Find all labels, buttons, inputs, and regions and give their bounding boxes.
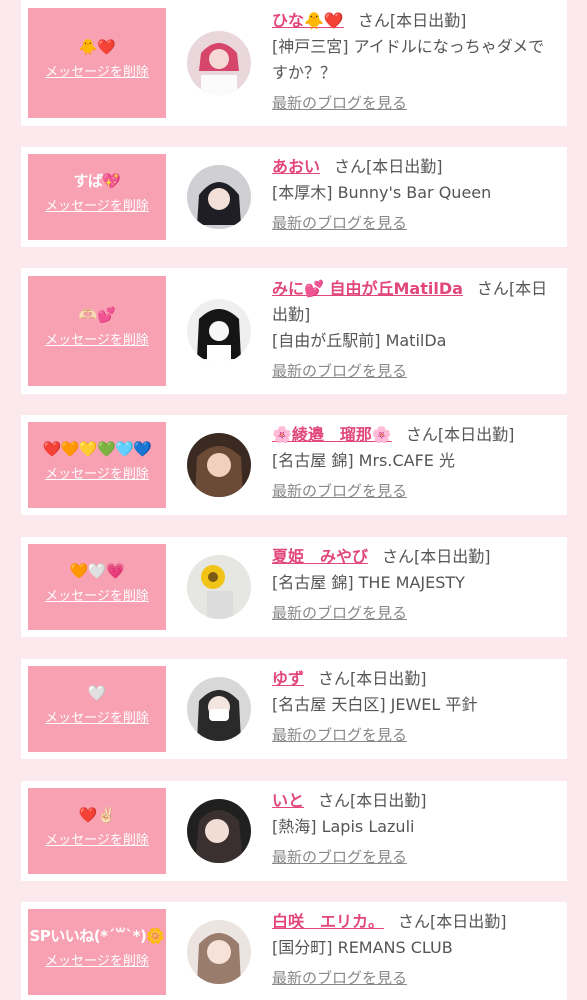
cast-name-link[interactable]: いと bbox=[272, 791, 304, 810]
delete-message-link[interactable]: メッセージを削除 bbox=[28, 832, 166, 850]
avatar[interactable] bbox=[187, 299, 251, 363]
item-info: 🌸綾邉 瑠那🌸 さん[本日出勤] [名古屋 錦] Mrs.CAFE 光 最新のブロ… bbox=[272, 422, 559, 501]
shop-text: [名古屋 天白区] JEWEL 平針 bbox=[272, 695, 478, 714]
cast-name-link[interactable]: あおい bbox=[272, 157, 320, 176]
honorific: さん bbox=[357, 11, 390, 30]
shop-text: [国分町] REMANS CLUB bbox=[272, 938, 453, 957]
status-text: [本日出勤] bbox=[430, 912, 507, 931]
message-box: 🫶🏻💕 メッセージを削除 bbox=[28, 276, 166, 386]
shop-text: [本厚木] Bunny's Bar Queen bbox=[272, 183, 492, 202]
list-item: 🤍 メッセージを削除 ゆず さん[本日出勤] [名古屋 天白区] JEWEL 平針… bbox=[21, 659, 567, 759]
shop-text: [名古屋 錦] Mrs.CAFE 光 bbox=[272, 451, 455, 470]
item-info: 夏姫 みやび さん[本日出勤] [名古屋 錦] THE MAJESTY 最新のブロ… bbox=[272, 544, 559, 623]
latest-blog-link[interactable]: 最新のブログを見る bbox=[272, 360, 407, 381]
latest-blog-link[interactable]: 最新のブログを見る bbox=[272, 846, 407, 867]
delete-message-link[interactable]: メッセージを削除 bbox=[28, 710, 166, 728]
list-item: 🧡🤍💗 メッセージを削除 夏姫 みやび さん[本日出勤] [名古屋 錦] THE … bbox=[21, 537, 567, 637]
status-text: [本日出勤] bbox=[437, 425, 515, 444]
delete-message-link[interactable]: メッセージを削除 bbox=[28, 953, 166, 971]
message-text: すば💖 bbox=[73, 172, 121, 190]
item-info: ゆず さん[本日出勤] [名古屋 天白区] JEWEL 平針 最新のブログを見る bbox=[272, 666, 559, 745]
message-box: SPいいね(*´꒳`*)🌼 メッセージを削除 bbox=[28, 909, 166, 995]
delete-message-link[interactable]: メッセージを削除 bbox=[28, 198, 166, 216]
honorific: さん bbox=[398, 912, 431, 931]
status-text: [本日出勤] bbox=[389, 11, 467, 30]
avatar[interactable] bbox=[187, 165, 251, 229]
message-box: 🧡🤍💗 メッセージを削除 bbox=[28, 544, 166, 630]
avatar[interactable] bbox=[187, 31, 251, 95]
latest-blog-link[interactable]: 最新のブログを見る bbox=[272, 967, 407, 988]
honorific: さん bbox=[318, 791, 351, 810]
latest-blog-link[interactable]: 最新のブログを見る bbox=[272, 480, 407, 501]
shop-text: [神戸三宮] アイドルになっちゃダメですか？？ bbox=[272, 37, 545, 82]
message-text: 🫶🏻💕 bbox=[78, 306, 116, 324]
message-box: ❤️✌🏻 メッセージを削除 bbox=[28, 788, 166, 874]
delete-message-link[interactable]: メッセージを削除 bbox=[28, 588, 166, 606]
avatar[interactable] bbox=[187, 799, 251, 863]
item-info: いと さん[本日出勤] [熱海] Lapis Lazuli 最新のブログを見る bbox=[272, 788, 559, 867]
message-box: 🐥❤️ メッセージを削除 bbox=[28, 8, 166, 118]
list-item: ❤️🧡💛💚🩵💙 メッセージを削除 🌸綾邉 瑠那🌸 さん[本日出勤] [名古屋 錦]… bbox=[21, 415, 567, 515]
message-text: ❤️🧡💛💚🩵💙 bbox=[42, 440, 152, 458]
list-item: すば💖 メッセージを削除 あおい さん[本日出勤] [本厚木] Bunny's B… bbox=[21, 147, 567, 247]
list-item: ❤️✌🏻 メッセージを削除 いと さん[本日出勤] [熱海] Lapis Lazu… bbox=[21, 781, 567, 881]
cast-name-link[interactable]: 白咲 エリカ。 bbox=[272, 912, 384, 931]
delete-message-link[interactable]: メッセージを削除 bbox=[28, 64, 166, 82]
message-list: 🐥❤️ メッセージを削除 ひな🐥❤️ さん[本日出勤] [神戸三宮] アイドルにな… bbox=[0, 0, 587, 1000]
message-box: ❤️🧡💛💚🩵💙 メッセージを削除 bbox=[28, 422, 166, 508]
item-info: ひな🐥❤️ さん[本日出勤] [神戸三宮] アイドルになっちゃダメですか？？ 最新… bbox=[272, 8, 559, 113]
avatar[interactable] bbox=[187, 677, 251, 741]
shop-text: [自由が丘駅前] MatilDa bbox=[272, 331, 447, 350]
honorific: さん bbox=[334, 157, 367, 176]
message-text: 🤍 bbox=[87, 684, 107, 702]
cast-name-link[interactable]: ひな🐥❤️ bbox=[272, 11, 344, 30]
latest-blog-link[interactable]: 最新のブログを見る bbox=[272, 212, 407, 233]
status-text: [本日出勤] bbox=[366, 157, 443, 176]
honorific: さん bbox=[318, 669, 351, 688]
list-item: 🐥❤️ メッセージを削除 ひな🐥❤️ さん[本日出勤] [神戸三宮] アイドルにな… bbox=[21, 0, 567, 126]
status-text: [本日出勤] bbox=[414, 547, 491, 566]
shop-text: [熱海] Lapis Lazuli bbox=[272, 817, 415, 836]
cast-name-link[interactable]: 夏姫 みやび bbox=[272, 547, 368, 566]
latest-blog-link[interactable]: 最新のブログを見る bbox=[272, 602, 407, 623]
avatar[interactable] bbox=[187, 920, 251, 984]
status-text: [本日出勤] bbox=[350, 791, 427, 810]
delete-message-link[interactable]: メッセージを削除 bbox=[28, 466, 166, 484]
status-text: [本日出勤] bbox=[350, 669, 427, 688]
avatar[interactable] bbox=[187, 433, 251, 497]
shop-text: [名古屋 錦] THE MAJESTY bbox=[272, 573, 465, 592]
item-info: みに💕 自由が丘MatilDa さん[本日出勤] [自由が丘駅前] MatilDa… bbox=[272, 276, 559, 381]
message-text: 🧡🤍💗 bbox=[69, 562, 125, 580]
cast-name-link[interactable]: みに💕 自由が丘MatilDa bbox=[272, 279, 463, 298]
latest-blog-link[interactable]: 最新のブログを見る bbox=[272, 92, 407, 113]
honorific: さん bbox=[476, 279, 509, 298]
item-info: 白咲 エリカ。 さん[本日出勤] [国分町] REMANS CLUB 最新のブログ… bbox=[272, 909, 559, 988]
latest-blog-link[interactable]: 最新のブログを見る bbox=[272, 724, 407, 745]
message-text: SPいいね(*´꒳`*)🌼 bbox=[29, 927, 165, 945]
honorific: さん bbox=[405, 425, 438, 444]
message-box: すば💖 メッセージを削除 bbox=[28, 154, 166, 240]
message-text: 🐥❤️ bbox=[78, 38, 116, 56]
cast-name-link[interactable]: 🌸綾邉 瑠那🌸 bbox=[272, 425, 392, 444]
list-item: SPいいね(*´꒳`*)🌼 メッセージを削除 白咲 エリカ。 さん[本日出勤] [… bbox=[21, 902, 567, 1000]
honorific: さん bbox=[382, 547, 415, 566]
list-item: 🫶🏻💕 メッセージを削除 みに💕 自由が丘MatilDa さん[本日出勤] [自由… bbox=[21, 268, 567, 394]
avatar[interactable] bbox=[187, 555, 251, 619]
delete-message-link[interactable]: メッセージを削除 bbox=[28, 332, 166, 350]
item-info: あおい さん[本日出勤] [本厚木] Bunny's Bar Queen 最新のブ… bbox=[272, 154, 559, 233]
message-text: ❤️✌🏻 bbox=[78, 806, 116, 824]
cast-name-link[interactable]: ゆず bbox=[272, 669, 304, 688]
message-box: 🤍 メッセージを削除 bbox=[28, 666, 166, 752]
